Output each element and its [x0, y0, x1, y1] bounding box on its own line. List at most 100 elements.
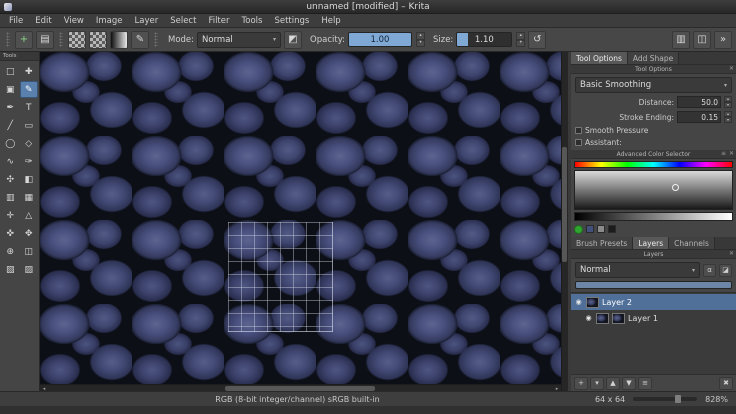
menu-layer[interactable]: Layer — [129, 14, 165, 27]
line-tool-icon[interactable]: ╱ — [1, 117, 20, 134]
tab-brush-presets[interactable]: Brush Presets — [571, 237, 634, 249]
close-icon[interactable]: ✕ — [729, 65, 734, 72]
visibility-eye-icon[interactable]: ◉ — [574, 298, 583, 306]
titlebar[interactable]: unnamed [modified] – Krita — [0, 0, 736, 14]
toolbar-overflow-button[interactable]: » — [714, 30, 732, 49]
new-document-button[interactable]: + — [15, 30, 33, 49]
fill-tool-icon[interactable]: ◧ — [20, 171, 39, 188]
gradient-chooser-button[interactable] — [68, 30, 86, 49]
visibility-eye-icon[interactable]: ◉ — [584, 314, 593, 322]
move-tool-icon[interactable]: ✚ — [20, 63, 39, 80]
delete-layer-button[interactable]: ✖ — [719, 376, 733, 390]
move-layer-up-button[interactable]: ▲ — [606, 376, 620, 390]
smooth-pressure-checkbox[interactable] — [575, 127, 582, 134]
zoom-tool-icon[interactable]: ⊕ — [1, 243, 20, 260]
distance-input[interactable]: 50.0 — [677, 96, 721, 108]
layer-opacity-slider[interactable] — [575, 281, 732, 289]
gradient-tool-icon[interactable]: ▥ — [1, 189, 20, 206]
color-picker-tool-icon[interactable]: ✛ — [1, 207, 20, 224]
menu-filter[interactable]: Filter — [202, 14, 235, 27]
spin-up-icon[interactable]: ▴ — [516, 32, 526, 40]
spin-down-icon[interactable]: ▾ — [415, 39, 425, 47]
bezier-curve-tool-icon[interactable]: ✑ — [20, 153, 39, 170]
menu-image[interactable]: Image — [90, 14, 129, 27]
zoom-slider-thumb[interactable] — [675, 395, 682, 403]
size-slider[interactable]: 1.10 — [456, 32, 513, 47]
menu-help[interactable]: Help — [315, 14, 346, 27]
menu-view[interactable]: View — [58, 14, 90, 27]
tab-channels[interactable]: Channels — [669, 237, 715, 249]
menu-tools[interactable]: Tools — [236, 14, 269, 27]
toolbar-grip[interactable] — [6, 32, 10, 47]
vertical-scrollbar[interactable] — [561, 52, 568, 391]
rectangular-select-tool-icon[interactable]: ◫ — [20, 243, 39, 260]
value-gradient-bar[interactable] — [574, 212, 733, 221]
menu-edit[interactable]: Edit — [29, 14, 57, 27]
inherit-alpha-button[interactable]: ◪ — [719, 263, 732, 277]
history-color-swatch[interactable] — [608, 225, 616, 233]
vertical-scrollbar-thumb[interactable] — [562, 147, 567, 262]
outline-select-tool-icon[interactable]: ▧ — [1, 261, 20, 278]
assistant-checkbox[interactable] — [575, 139, 582, 146]
zoom-slider[interactable] — [633, 395, 698, 403]
menu-select[interactable]: Select — [164, 14, 202, 27]
menu-settings[interactable]: Settings — [268, 14, 315, 27]
layer-blend-mode-select[interactable]: Normal ▾ — [575, 262, 700, 278]
close-icon[interactable]: ✕ — [729, 150, 734, 157]
menu-file[interactable]: File — [3, 14, 29, 27]
horizontal-scrollbar[interactable]: ◂ ▸ — [40, 384, 561, 391]
pattern-tool-icon[interactable]: ▦ — [20, 189, 39, 206]
alpha-lock-button[interactable]: α — [703, 263, 716, 277]
stroke-ending-input[interactable]: 0.15 — [677, 111, 721, 123]
multibrush-tool-icon[interactable]: ✣ — [1, 171, 20, 188]
spin-down-icon[interactable]: ▾ — [724, 117, 732, 123]
toolbar-grip3[interactable] — [154, 32, 158, 47]
layer-row[interactable]: ◉ Layer 1 — [581, 310, 736, 326]
canvas[interactable]: ◂ ▸ — [40, 52, 568, 391]
tab-layers[interactable]: Layers — [633, 237, 670, 249]
freehand-brush-tool-icon[interactable]: ✎ — [19, 81, 38, 98]
opacity-slider[interactable]: 1.00 — [347, 32, 412, 47]
color-selector-dock-header[interactable]: Advanced Color Selector ≡ ✕ — [571, 150, 736, 159]
contiguous-select-tool-icon[interactable]: ▨ — [20, 261, 39, 278]
spin-up-icon[interactable]: ▴ — [415, 32, 425, 40]
toolbox-title[interactable]: Tools — [0, 52, 39, 61]
layers-dock-header[interactable]: Layers ✕ — [571, 250, 736, 259]
shade-selector-square[interactable] — [574, 170, 733, 210]
reload-preset-button[interactable]: ↺ — [528, 30, 547, 49]
last-used-color-swatch[interactable] — [574, 224, 583, 234]
transform-tool-icon[interactable]: □ — [1, 63, 20, 80]
history-color-swatch[interactable] — [597, 225, 605, 233]
mirror-view-button[interactable]: ◫ — [693, 30, 711, 49]
measure-tool-icon[interactable]: ✜ — [1, 225, 20, 242]
pattern-chooser-button[interactable] — [89, 30, 107, 49]
spin-down-icon[interactable]: ▾ — [724, 102, 732, 108]
smoothing-mode-select[interactable]: Basic Smoothing ▾ — [575, 77, 732, 93]
open-document-button[interactable]: ▤ — [36, 30, 54, 49]
blending-mode-select[interactable]: Normal ▾ — [197, 31, 282, 48]
polyline-tool-icon[interactable]: ∿ — [1, 153, 20, 170]
workspace-chooser-button[interactable]: ▥ — [672, 30, 690, 49]
pan-tool-icon[interactable]: ✥ — [20, 225, 39, 242]
brush-editor-button[interactable]: ✎ — [131, 30, 149, 49]
close-icon[interactable]: ✕ — [729, 250, 734, 257]
ellipse-tool-icon[interactable]: ◯ — [1, 135, 20, 152]
add-layer-button[interactable]: + — [574, 376, 588, 390]
tool-options-dock-header[interactable]: Tool Options ✕ — [571, 65, 736, 74]
spin-down-icon[interactable]: ▾ — [516, 39, 526, 47]
calligraphy-tool-icon[interactable]: ✒ — [1, 99, 20, 116]
move-layer-down-button[interactable]: ▼ — [622, 376, 636, 390]
eraser-toggle-button[interactable]: ◩ — [284, 30, 303, 49]
polygon-tool-icon[interactable]: ◇ — [20, 135, 39, 152]
fill-gradient-button[interactable] — [110, 30, 128, 49]
toolbar-grip2[interactable] — [59, 32, 63, 47]
add-layer-dropdown-icon[interactable]: ▾ — [590, 376, 604, 390]
history-color-swatch[interactable] — [586, 225, 594, 233]
text-tool-icon[interactable]: T — [20, 99, 39, 116]
layer-properties-button[interactable]: ≡ — [638, 376, 652, 390]
layer-row[interactable]: ◉ Layer 2 — [571, 294, 736, 310]
rectangle-tool-icon[interactable]: ▭ — [20, 117, 39, 134]
tab-tool-options[interactable]: Tool Options — [571, 52, 628, 64]
dock-menu-icon[interactable]: ≡ — [721, 150, 726, 157]
crop-tool-icon[interactable]: ▣ — [1, 81, 20, 98]
